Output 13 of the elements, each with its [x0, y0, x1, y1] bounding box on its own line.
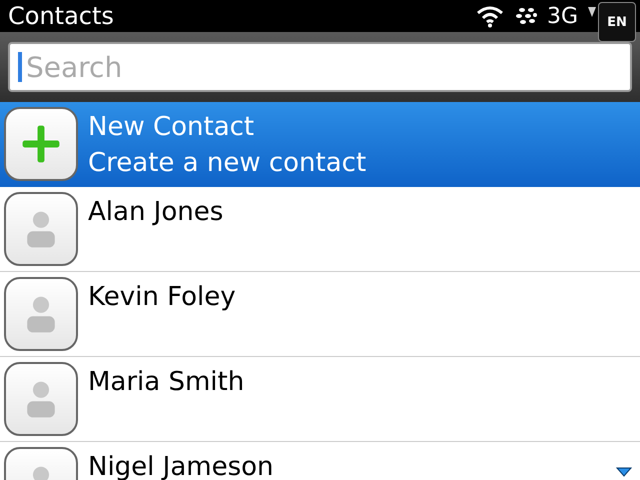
search-field[interactable]: Search — [8, 42, 632, 92]
contact-name: Alan Jones — [88, 196, 224, 229]
language-badge[interactable]: EN — [598, 2, 636, 42]
contact-row[interactable]: Kevin Foley — [0, 272, 640, 357]
contact-name: New Contact — [88, 111, 256, 144]
contact-subtitle: Create a new contact — [88, 147, 366, 180]
screen-title: Contacts — [8, 2, 115, 30]
contact-row[interactable]: New Contact Create a new contact — [0, 102, 640, 187]
contact-row[interactable]: Alan Jones — [0, 187, 640, 272]
network-type: 3G — [546, 4, 578, 28]
contact-name: Kevin Foley — [88, 281, 236, 314]
contact-name: Maria Smith — [88, 366, 244, 399]
contact-row[interactable]: Maria Smith — [0, 357, 640, 442]
